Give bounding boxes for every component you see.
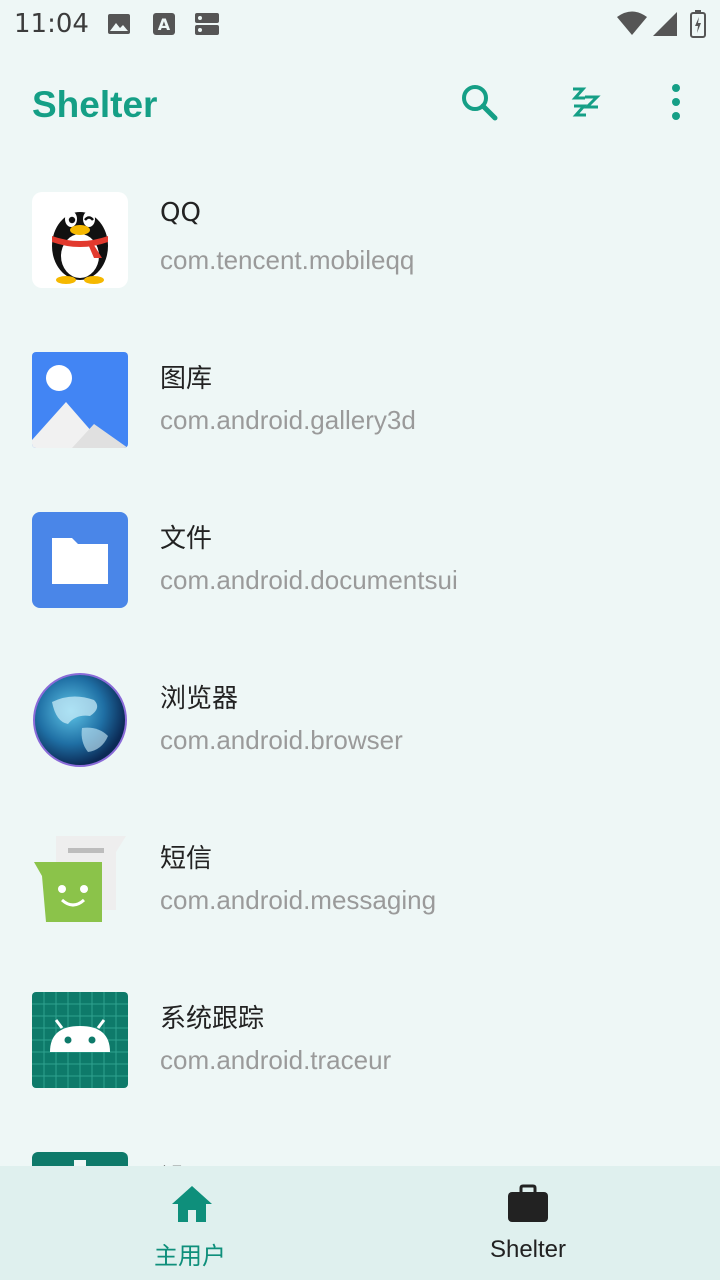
more-vert-icon: [671, 84, 681, 124]
image-icon: [107, 12, 131, 40]
list-item[interactable]: 文件 com.android.documentsui: [0, 480, 720, 640]
app-name: 浏览器: [160, 684, 239, 714]
app-name: 设置: [160, 1158, 212, 1166]
qq-penguin-icon: [32, 192, 128, 288]
list-item[interactable]: 系统跟踪 com.android.traceur: [0, 960, 720, 1120]
app-package: com.android.messaging: [160, 885, 437, 915]
app-package: com.android.traceur: [160, 1045, 392, 1075]
storage-icon: [194, 12, 220, 40]
sleep-zzz-icon: [567, 85, 601, 123]
app-bar: Shelter: [0, 60, 720, 150]
list-item[interactable]: 短信 com.android.messaging: [0, 800, 720, 960]
svg-text:A: A: [158, 15, 171, 34]
app-title: Shelter: [32, 84, 158, 125]
messaging-icon: [32, 832, 128, 928]
app-package: com.android.browser: [160, 725, 403, 755]
list-item[interactable]: 设置: [0, 1120, 720, 1166]
home-icon: [170, 1184, 214, 1224]
sleep-button[interactable]: [564, 84, 604, 124]
settings-icon: [32, 1152, 128, 1166]
list-item[interactable]: 浏览器 com.android.browser: [0, 640, 720, 800]
battery-icon: [690, 10, 706, 42]
wifi-icon: [616, 10, 648, 40]
app-name: 系统跟踪: [160, 1004, 265, 1034]
traceur-android-icon: [32, 992, 128, 1088]
search-icon: [460, 83, 498, 125]
app-name: 短信: [160, 844, 213, 874]
briefcase-icon: [506, 1184, 550, 1224]
app-package: com.tencent.mobileqq: [160, 245, 415, 275]
bottom-navigation: 主用户 Shelter: [0, 1166, 720, 1280]
list-item[interactable]: QQ com.tencent.mobileqq: [0, 160, 720, 320]
gallery-icon: [32, 352, 128, 448]
nav-shelter[interactable]: Shelter: [348, 1166, 708, 1280]
app-package: com.android.documentsui: [160, 565, 458, 595]
app-package: com.android.gallery3d: [160, 405, 416, 435]
status-bar: 11:04 A: [0, 0, 720, 50]
signal-icon: [652, 11, 678, 41]
status-time: 11:04: [14, 9, 89, 39]
nav-main-user[interactable]: 主用户: [10, 1166, 370, 1280]
nav-main-user-label: 主用户: [154, 1242, 226, 1270]
nav-shelter-label: Shelter: [489, 1236, 567, 1263]
more-options-button[interactable]: [656, 84, 696, 124]
search-button[interactable]: [459, 84, 499, 124]
files-folder-icon: [32, 512, 128, 608]
app-name: 图库: [160, 364, 213, 394]
a-icon: A: [152, 12, 176, 40]
list-item[interactable]: 图库 com.android.gallery3d: [0, 320, 720, 480]
browser-globe-icon: [32, 672, 128, 768]
app-list: QQ com.tencent.mobileqq 图库 com.android.g…: [0, 160, 720, 1166]
app-name: QQ: [160, 198, 201, 228]
app-name: 文件: [160, 524, 213, 554]
